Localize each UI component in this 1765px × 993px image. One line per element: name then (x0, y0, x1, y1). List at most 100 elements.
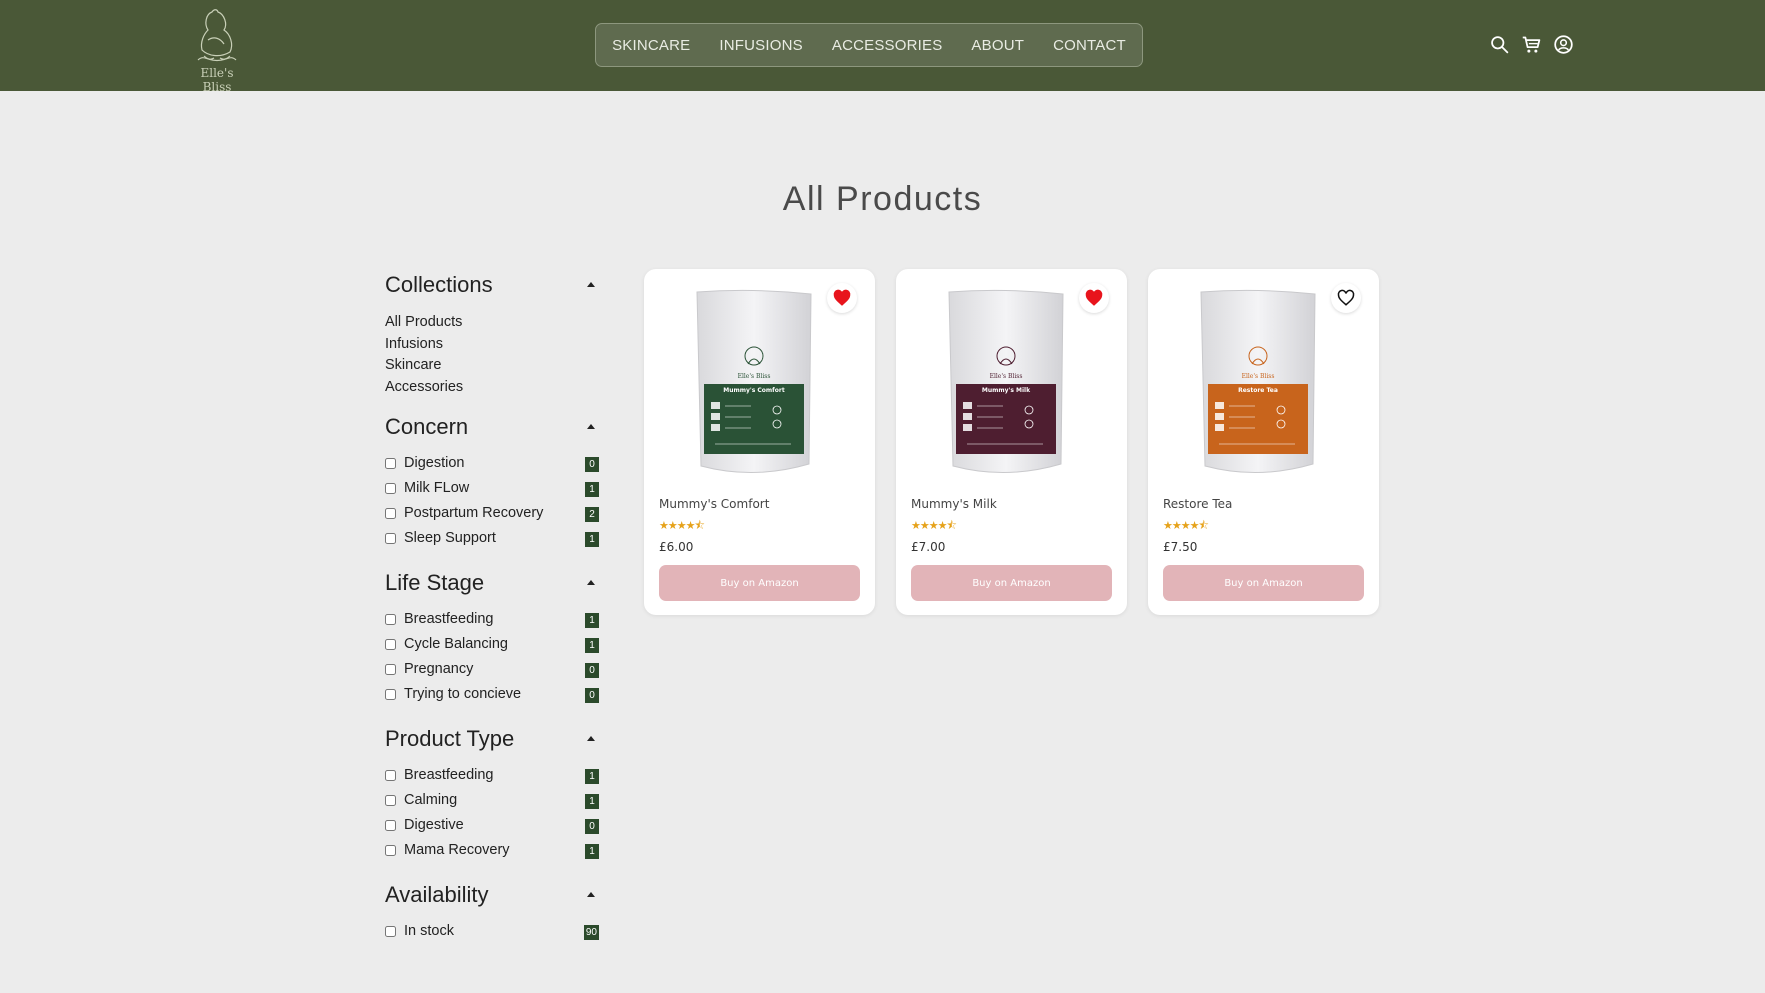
product-name[interactable]: Restore Tea (1163, 497, 1232, 511)
filter-label[interactable]: Cycle Balancing (404, 636, 508, 652)
product-type-title: Product Type (385, 726, 515, 751)
filter-option: In stock 90 (385, 922, 599, 947)
product-image[interactable]: Elle's Bliss Mummy's Milk (943, 288, 1069, 480)
availability-header[interactable]: Availability (385, 880, 599, 910)
product-price: £7.50 (1163, 540, 1198, 554)
top-navbar: Elle's Bliss SKINCARE INFUSIONS ACCESSOR… (0, 0, 1765, 94)
collections-title: Collections (385, 272, 493, 297)
filter-count-badge: 1 (585, 532, 599, 547)
filter-checkbox[interactable] (385, 639, 396, 650)
life-stage-title: Life Stage (385, 570, 485, 595)
nav-skincare[interactable]: SKINCARE (612, 37, 690, 54)
filter-checkbox[interactable] (385, 483, 396, 494)
search-icon[interactable] (1489, 34, 1510, 55)
rating-stars: ★★★★⯪ (659, 520, 705, 532)
filter-count-badge: 0 (585, 819, 599, 834)
availability-title: Availability (385, 882, 489, 907)
favorite-toggle[interactable] (827, 283, 857, 313)
product-name[interactable]: Mummy's Comfort (659, 497, 769, 511)
filter-checkbox[interactable] (385, 689, 396, 700)
filter-checkbox[interactable] (385, 845, 396, 856)
filter-label[interactable]: In stock (404, 923, 454, 939)
concern-title: Concern (385, 414, 469, 439)
collection-link-skincare[interactable]: Skincare (385, 355, 599, 377)
favorite-toggle[interactable] (1331, 283, 1361, 313)
rating-stars: ★★★★⯪ (911, 520, 957, 532)
product-price: £7.00 (911, 540, 946, 554)
concern-header[interactable]: Concern (385, 412, 599, 442)
filter-label[interactable]: Trying to concieve (404, 686, 521, 702)
svg-text:Mummy's Milk: Mummy's Milk (982, 387, 1031, 394)
collapse-caret-icon[interactable] (587, 736, 595, 741)
filter-checkbox[interactable] (385, 614, 396, 625)
filter-label[interactable]: Digestive (404, 817, 464, 833)
filter-count-badge: 1 (585, 844, 599, 859)
collapse-caret-icon[interactable] (587, 580, 595, 585)
filter-checkbox[interactable] (385, 795, 396, 806)
filter-option: Pregnancy 0 (385, 660, 599, 685)
filter-option: Calming 1 (385, 791, 599, 816)
nav-accessories[interactable]: ACCESSORIES (832, 37, 943, 54)
filter-checkbox[interactable] (385, 770, 396, 781)
filter-count-badge: 2 (585, 507, 599, 522)
filter-label[interactable]: Pregnancy (404, 661, 473, 677)
filter-label[interactable]: Milk FLow (404, 480, 469, 496)
logo-mother-icon (197, 9, 237, 62)
svg-text:Restore Tea: Restore Tea (1238, 387, 1278, 394)
filter-option: Milk FLow 1 (385, 479, 599, 504)
product-image[interactable]: Elle's Bliss Restore Tea (1195, 288, 1321, 480)
filter-label[interactable]: Mama Recovery (404, 842, 510, 858)
filter-label[interactable]: Breastfeeding (404, 611, 493, 627)
product-type-header[interactable]: Product Type (385, 724, 599, 754)
collection-link-all-products[interactable]: All Products (385, 312, 599, 334)
filter-count-badge: 0 (585, 457, 599, 472)
filter-option: Postpartum Recovery 2 (385, 504, 599, 529)
filter-option: Sleep Support 1 (385, 529, 599, 554)
filter-label[interactable]: Calming (404, 792, 457, 808)
filter-option: Cycle Balancing 1 (385, 635, 599, 660)
filter-label[interactable]: Digestion (404, 455, 464, 471)
product-name[interactable]: Mummy's Milk (911, 497, 997, 511)
filter-checkbox[interactable] (385, 926, 396, 937)
filter-label[interactable]: Postpartum Recovery (404, 505, 543, 521)
buy-on-amazon-button[interactable]: Buy on Amazon (659, 565, 860, 601)
filter-count-badge: 1 (585, 638, 599, 653)
filter-label[interactable]: Breastfeeding (404, 767, 493, 783)
user-icon[interactable] (1553, 34, 1574, 55)
filter-checkbox[interactable] (385, 458, 396, 469)
filter-checkbox[interactable] (385, 508, 396, 519)
collapse-caret-icon[interactable] (587, 282, 595, 287)
product-card[interactable]: Elle's Bliss Mummy's Comfort Mummy's Com… (644, 269, 875, 615)
life-stage-header[interactable]: Life Stage (385, 568, 599, 598)
filter-option: Breastfeeding 1 (385, 610, 599, 635)
filter-checkbox[interactable] (385, 820, 396, 831)
filter-option: Digestive 0 (385, 816, 599, 841)
collection-link-accessories[interactable]: Accessories (385, 377, 599, 399)
main-nav: SKINCARE INFUSIONS ACCESSORIES ABOUT CON… (595, 23, 1143, 67)
filter-count-badge: 0 (585, 663, 599, 678)
filter-checkbox[interactable] (385, 533, 396, 544)
buy-on-amazon-button[interactable]: Buy on Amazon (1163, 565, 1364, 601)
collection-link-infusions[interactable]: Infusions (385, 334, 599, 356)
filter-label[interactable]: Sleep Support (404, 530, 496, 546)
product-card[interactable]: Elle's Bliss Restore Tea Restore Tea ★★★ (1148, 269, 1379, 615)
nav-about[interactable]: ABOUT (971, 37, 1024, 54)
filter-option: Breastfeeding 1 (385, 766, 599, 791)
filter-count-badge: 1 (585, 794, 599, 809)
collapse-caret-icon[interactable] (587, 892, 595, 897)
product-image[interactable]: Elle's Bliss Mummy's Comfort (691, 288, 817, 480)
svg-text:Elle's Bliss: Elle's Bliss (1242, 373, 1275, 380)
product-card[interactable]: Elle's Bliss Mummy's Milk Mummy's Milk ★ (896, 269, 1127, 615)
brand-name: Elle's Bliss (200, 66, 234, 94)
buy-on-amazon-button[interactable]: Buy on Amazon (911, 565, 1112, 601)
nav-infusions[interactable]: INFUSIONS (719, 37, 802, 54)
filter-checkbox[interactable] (385, 664, 396, 675)
nav-contact[interactable]: CONTACT (1053, 37, 1126, 54)
filter-count-badge: 90 (583, 925, 599, 940)
collections-header[interactable]: Collections (385, 270, 599, 300)
brand-logo[interactable]: Elle's Bliss (186, 4, 248, 94)
collapse-caret-icon[interactable] (587, 424, 595, 429)
filter-option: Digestion 0 (385, 454, 599, 479)
favorite-toggle[interactable] (1079, 283, 1109, 313)
cart-icon[interactable] (1521, 34, 1542, 55)
